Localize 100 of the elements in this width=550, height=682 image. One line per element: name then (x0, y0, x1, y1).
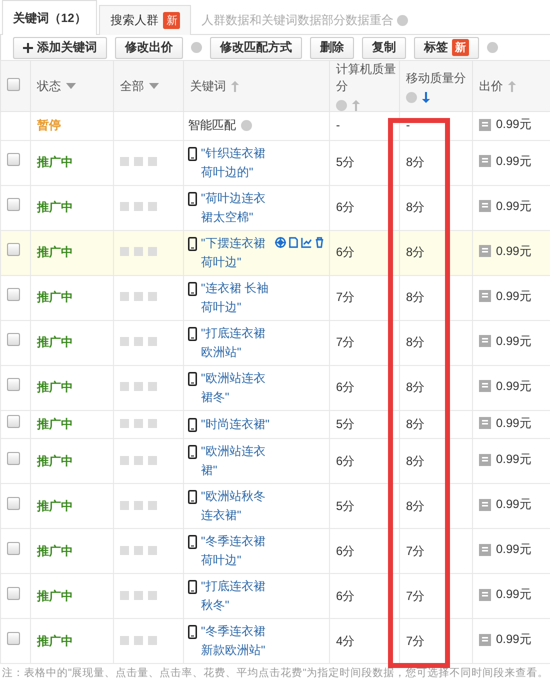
target-icon[interactable] (275, 236, 286, 248)
price-text: 0.99元 (496, 586, 532, 604)
column-header[interactable]: 出价 (472, 60, 550, 112)
price-text: 0.99元 (496, 541, 532, 558)
square-icon (134, 247, 143, 256)
checkbox[interactable] (7, 243, 20, 256)
column-header[interactable]: 计算机质量分 (330, 60, 400, 112)
price-tag-icon (479, 454, 491, 466)
price-text: 0.99元 (496, 198, 532, 215)
column-header[interactable]: 全部 (114, 60, 184, 112)
phone-icon (188, 445, 197, 459)
square-icon (120, 636, 129, 644)
square-icon (134, 590, 143, 600)
checkbox[interactable] (7, 153, 20, 166)
toolbar-button[interactable]: 修改匹配方式 (210, 36, 302, 58)
status-text: 推广中 (37, 416, 73, 431)
toolbar-button[interactable]: 修改出价 (115, 36, 183, 58)
square-icon (120, 382, 129, 391)
status-text: 推广中 (37, 544, 73, 558)
square-icon (148, 636, 157, 644)
square-icon (148, 337, 157, 346)
tab[interactable]: 搜索人群 新 (99, 5, 192, 35)
checkbox[interactable] (7, 542, 20, 554)
price-text: 0.99元 (496, 378, 532, 395)
checkbox[interactable] (7, 198, 20, 211)
mobile-score: 7分 (406, 588, 425, 602)
price-tag-icon (479, 155, 491, 168)
toolbar-button[interactable]: 删除 (310, 36, 354, 58)
mobile-score: 8分 (406, 454, 425, 468)
square-icon (148, 157, 157, 166)
plus-icon (23, 42, 33, 52)
pc-score: 5分 (336, 498, 355, 512)
price-tag-icon (479, 417, 491, 429)
price-tag-icon (479, 588, 491, 601)
pc-score: 6分 (336, 544, 355, 558)
square-icon (148, 382, 157, 391)
column-header[interactable]: 状态 (30, 60, 114, 112)
price-text: 0.99元 (496, 152, 532, 170)
checkbox[interactable] (7, 496, 20, 510)
column-header[interactable]: 关键词 (184, 60, 330, 112)
pc-score: 6分 (336, 380, 355, 394)
checkbox[interactable] (7, 288, 20, 301)
phone-icon (188, 535, 197, 549)
status-text: 推广中 (37, 245, 73, 259)
square-icon (148, 418, 157, 428)
tab[interactable]: 关键词（12） (2, 0, 98, 35)
keyword-text: 智能匹配 (188, 117, 236, 134)
mobile-score: 8分 (406, 245, 425, 259)
square-icon (134, 382, 143, 391)
phone-icon (188, 192, 197, 206)
pc-score: 6分 (336, 200, 355, 214)
status-text: 推广中 (37, 290, 73, 304)
caret-icon (149, 83, 159, 89)
square-icon (120, 418, 129, 428)
help-icon[interactable] (397, 14, 408, 26)
checkbox[interactable] (7, 78, 20, 91)
phone-icon (188, 236, 197, 250)
checkbox[interactable] (7, 414, 20, 428)
price-tag-icon (479, 498, 491, 511)
price-text: 0.99元 (496, 332, 532, 350)
square-icon (134, 202, 143, 211)
sort-arrow-icon[interactable] (422, 92, 430, 102)
phone-icon (188, 282, 197, 296)
toolbar-button[interactable]: 添加关键词 (13, 36, 107, 58)
square-icon (120, 157, 129, 166)
price-tag-icon (479, 634, 491, 646)
help-icon[interactable] (336, 100, 347, 111)
document-icon[interactable] (288, 236, 299, 248)
toolbar-button[interactable]: 标签 新 (414, 36, 479, 58)
pc-score: - (336, 118, 340, 132)
status-text: 推广中 (37, 454, 73, 468)
price-text: 0.99元 (496, 496, 532, 514)
checkbox[interactable] (7, 632, 20, 644)
pc-score: 6分 (336, 245, 355, 259)
trash-icon[interactable] (314, 236, 325, 248)
pc-score: 7分 (336, 335, 355, 349)
help-icon[interactable] (406, 92, 417, 102)
line-chart-icon[interactable] (301, 236, 312, 248)
square-icon (148, 546, 157, 554)
price-text: 0.99元 (496, 631, 532, 648)
mobile-score: 8分 (406, 155, 425, 169)
phone-icon (188, 418, 197, 432)
square-icon (134, 636, 143, 644)
help-icon[interactable] (487, 42, 498, 53)
checkbox[interactable] (7, 333, 20, 346)
toolbar-button[interactable]: 复制 (362, 36, 406, 58)
pc-score: 4分 (336, 634, 355, 648)
square-icon (134, 500, 143, 510)
checkbox[interactable] (7, 378, 20, 391)
help-icon[interactable] (191, 42, 202, 53)
help-icon[interactable] (241, 120, 252, 132)
new-badge: 新 (452, 39, 469, 56)
status-text: 推广中 (37, 155, 73, 169)
mobile-score: 8分 (406, 335, 425, 349)
price-text: 0.99元 (496, 116, 532, 133)
checkbox[interactable] (7, 586, 20, 600)
column-header[interactable]: 移动质量分 (400, 60, 472, 112)
checkbox[interactable] (7, 452, 20, 464)
caret-icon (66, 83, 76, 89)
square-icon (134, 418, 143, 428)
